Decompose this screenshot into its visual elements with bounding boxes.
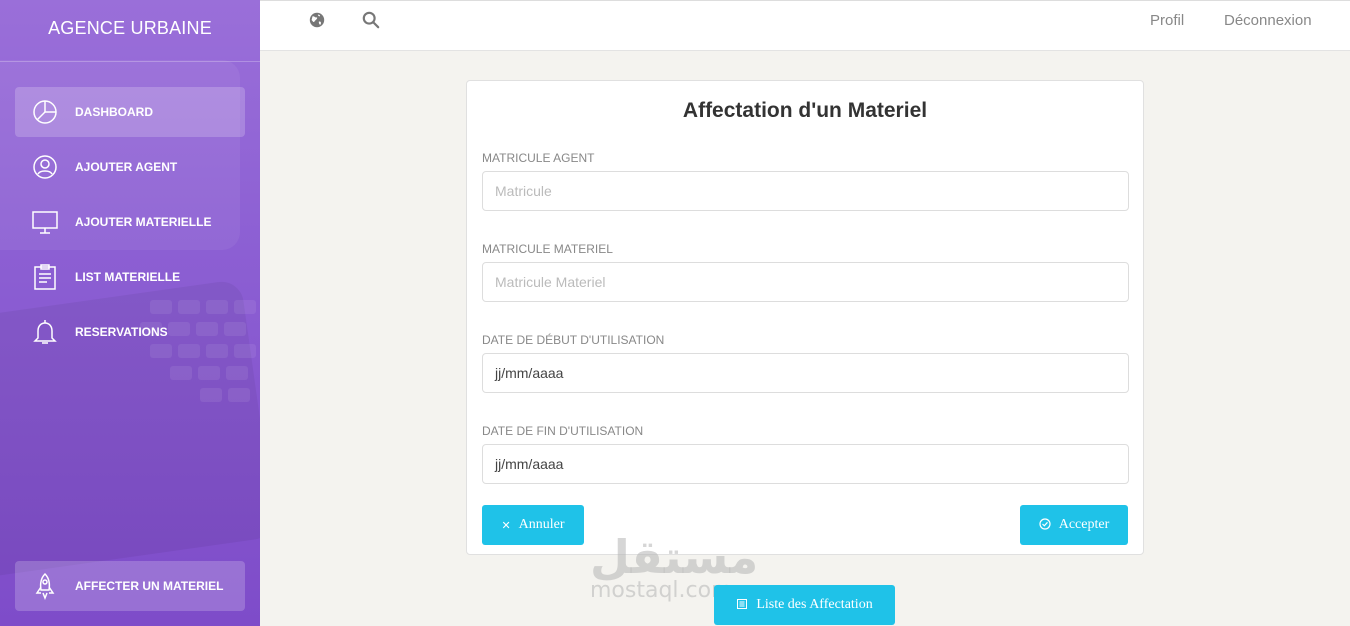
date-fin-label: DATE DE FIN D'UTILISATION [482, 424, 644, 438]
sidebar-item-label: RESERVATIONS [75, 325, 168, 339]
user-icon [31, 153, 59, 181]
matricule-materiel-label: MATRICULE MATERIEL [482, 242, 613, 256]
accept-button[interactable]: Accepter [1020, 505, 1128, 545]
sidebar-nav: DASHBOARD AJOUTER AGENT AJOUTER MATERIEL… [0, 87, 260, 357]
matricule-materiel-input[interactable] [482, 262, 1129, 302]
logout-link[interactable]: Déconnexion [1224, 12, 1312, 29]
list-icon [736, 598, 748, 613]
cancel-button[interactable]: ✕ Annuler [482, 505, 584, 545]
globe-icon[interactable] [308, 11, 328, 31]
search-icon[interactable] [362, 11, 382, 31]
pie-chart-icon [31, 98, 59, 126]
bell-icon [31, 318, 59, 346]
close-icon: ✕ [501, 518, 511, 532]
sidebar-item-label: AJOUTER AGENT [75, 160, 178, 174]
affectation-form-card: Affectation d'un Materiel MATRICULE AGEN… [466, 80, 1144, 555]
check-circle-icon [1039, 517, 1051, 533]
date-debut-input[interactable]: jj/mm/aaaa [482, 353, 1129, 393]
matricule-agent-label: MATRICULE AGENT [482, 151, 595, 165]
date-debut-value: jj/mm/aaaa [495, 365, 564, 381]
accept-button-label: Accepter [1058, 517, 1110, 532]
sidebar-item-label: DASHBOARD [75, 105, 153, 119]
date-fin-value: jj/mm/aaaa [495, 456, 564, 472]
form-title: Affectation d'un Materiel [682, 99, 928, 122]
sidebar-item-reservations[interactable]: RESERVATIONS [15, 307, 245, 357]
profil-link[interactable]: Profil [1150, 12, 1184, 29]
sidebar-item-label: AFFECTER UN MATERIEL [75, 579, 224, 593]
liste-affectation-label: Liste des Affectation [756, 597, 873, 612]
date-fin-input[interactable]: jj/mm/aaaa [482, 444, 1129, 484]
brand-title[interactable]: AGENCE URBAINE [0, 0, 260, 62]
top-navbar: Profil Déconnexion [260, 0, 1350, 51]
sidebar-item-label: AJOUTER MATERIELLE [75, 215, 212, 229]
sidebar-item-list-materielle[interactable]: LIST MATERIELLE [15, 252, 245, 302]
sidebar-item-label: LIST MATERIELLE [75, 270, 181, 284]
monitor-icon [31, 208, 59, 236]
sidebar-item-ajouter-materielle[interactable]: AJOUTER MATERIELLE [15, 197, 245, 247]
sidebar-item-dashboard[interactable]: DASHBOARD [15, 87, 245, 137]
rocket-icon [31, 572, 59, 600]
sidebar-item-ajouter-agent[interactable]: AJOUTER AGENT [15, 142, 245, 192]
date-debut-label: DATE DE DÉBUT D'UTILISATION [482, 333, 665, 347]
sidebar: AGENCE URBAINE DASHBOARD AJOUTER AGENT A… [0, 0, 260, 626]
cancel-button-label: Annuler [518, 517, 565, 532]
sidebar-item-affecter-materiel[interactable]: AFFECTER UN MATERIEL [15, 561, 245, 611]
liste-affectation-button[interactable]: Liste des Affectation [714, 585, 895, 625]
matricule-agent-input[interactable] [482, 171, 1129, 211]
clipboard-icon [31, 263, 59, 291]
